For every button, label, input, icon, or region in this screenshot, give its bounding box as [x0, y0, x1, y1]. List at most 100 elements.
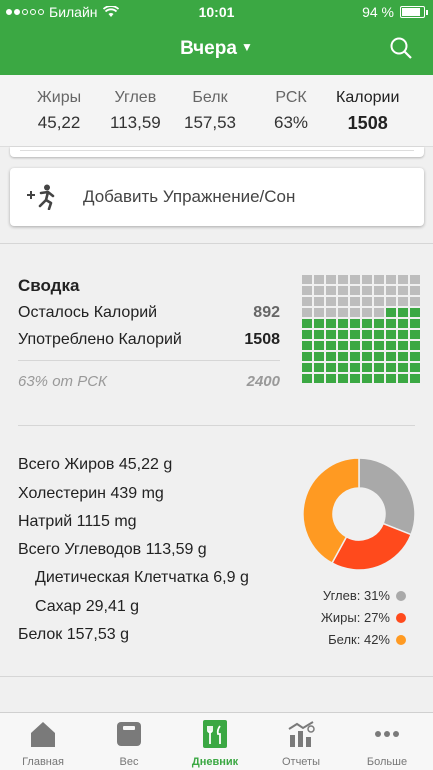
nutrient-sodium: Натрий 1115 mg [18, 513, 137, 530]
waffle-cell [410, 341, 420, 350]
macro-fat: Жиры 45,22 [37, 89, 82, 132]
waffle-cell [314, 352, 324, 361]
waffle-cell [350, 363, 360, 372]
add-exercise-button[interactable]: Добавить Упражнение/Сон [10, 168, 424, 226]
macro-donut-chart [302, 457, 416, 571]
legend-carbs: Углев: 31% [323, 588, 406, 603]
date-title: Вчера [180, 38, 237, 59]
waffle-cell [302, 308, 312, 317]
waffle-cell [338, 352, 348, 361]
summary-title: Сводка [18, 276, 80, 295]
waffle-cell [398, 341, 408, 350]
reports-icon [288, 721, 315, 747]
waffle-cell [362, 363, 372, 372]
summary-divider [18, 360, 280, 361]
waffle-cell [386, 374, 396, 383]
waffle-cell [302, 363, 312, 372]
waffle-cell [326, 341, 336, 350]
tab-more[interactable]: Больше [344, 719, 430, 768]
app-header: Билайн 10:01 94 % Вчера ▼ [0, 0, 433, 75]
waffle-cell [302, 374, 312, 383]
legend-fat: Жиры: 27% [321, 610, 406, 625]
waffle-cell [350, 341, 360, 350]
waffle-cell [326, 352, 336, 361]
waffle-cell [350, 286, 360, 295]
waffle-cell [326, 286, 336, 295]
home-icon [31, 722, 55, 747]
legend-swatch [396, 634, 406, 645]
waffle-cell [374, 275, 384, 284]
waffle-cell [410, 363, 420, 372]
tab-bar: Главная Вес Дневник Отчеты Больше [0, 712, 433, 770]
tab-weight[interactable]: Вес [86, 719, 172, 768]
waffle-cell [386, 308, 396, 317]
waffle-cell [398, 352, 408, 361]
waffle-cell [314, 275, 324, 284]
waffle-cell [314, 297, 324, 306]
waffle-cell [326, 363, 336, 372]
waffle-cell [410, 319, 420, 328]
waffle-cell [362, 374, 372, 383]
waffle-cell [374, 363, 384, 372]
waffle-cell [410, 352, 420, 361]
tab-home[interactable]: Главная [0, 719, 86, 768]
macro-protein: Белк 157,53 [184, 89, 236, 132]
waffle-cell [410, 286, 420, 295]
waffle-cell [374, 297, 384, 306]
donut-slice-2 [331, 522, 413, 571]
waffle-cell [362, 341, 372, 350]
consumed-calories-row: Употреблено Калорий 1508 [18, 331, 280, 348]
waffle-cell [338, 374, 348, 383]
search-icon[interactable] [389, 36, 413, 60]
waffle-cell [314, 363, 324, 372]
waffle-cell [374, 374, 384, 383]
tab-reports[interactable]: Отчеты [258, 719, 344, 768]
waffle-cell [314, 308, 324, 317]
waffle-cell [338, 275, 348, 284]
waffle-cell [302, 297, 312, 306]
nutrient-sugar: Сахар 29,41 g [35, 598, 140, 615]
waffle-cell [362, 308, 372, 317]
waffle-cell [398, 374, 408, 383]
waffle-cell [386, 363, 396, 372]
battery-icon [400, 6, 428, 18]
calorie-waffle-chart [302, 275, 420, 383]
waffle-cell [374, 319, 384, 328]
waffle-cell [326, 330, 336, 339]
date-selector[interactable]: Вчера ▼ [0, 38, 433, 60]
waffle-cell [398, 275, 408, 284]
waffle-cell [338, 341, 348, 350]
waffle-cell [374, 330, 384, 339]
waffle-cell [314, 319, 324, 328]
tab-diary[interactable]: Дневник [172, 719, 258, 768]
waffle-cell [302, 341, 312, 350]
waffle-cell [350, 352, 360, 361]
meal-card-bottom [10, 147, 424, 157]
waffle-cell [338, 297, 348, 306]
waffle-cell [362, 297, 372, 306]
waffle-cell [350, 297, 360, 306]
waffle-cell [326, 319, 336, 328]
waffle-cell [302, 286, 312, 295]
waffle-cell [386, 330, 396, 339]
nutrient-fiber: Диетическая Клетчатка 6,9 g [35, 569, 249, 586]
waffle-cell [386, 352, 396, 361]
chevron-down-icon: ▼ [240, 40, 253, 54]
waffle-cell [386, 286, 396, 295]
waffle-cell [350, 374, 360, 383]
waffle-cell [398, 330, 408, 339]
waffle-cell [326, 308, 336, 317]
waffle-cell [350, 319, 360, 328]
waffle-cell [338, 319, 348, 328]
section-divider [0, 243, 433, 244]
nutrient-cholesterol: Холестерин 439 mg [18, 485, 164, 502]
waffle-cell [398, 319, 408, 328]
waffle-cell [374, 308, 384, 317]
status-bar: Билайн 10:01 94 % [0, 0, 433, 24]
waffle-cell [374, 286, 384, 295]
nutrient-fat: Всего Жиров 45,22 g [18, 456, 173, 473]
waffle-cell [314, 330, 324, 339]
navbar: Вчера ▼ [0, 30, 433, 70]
scale-icon [117, 722, 141, 746]
waffle-cell [410, 297, 420, 306]
